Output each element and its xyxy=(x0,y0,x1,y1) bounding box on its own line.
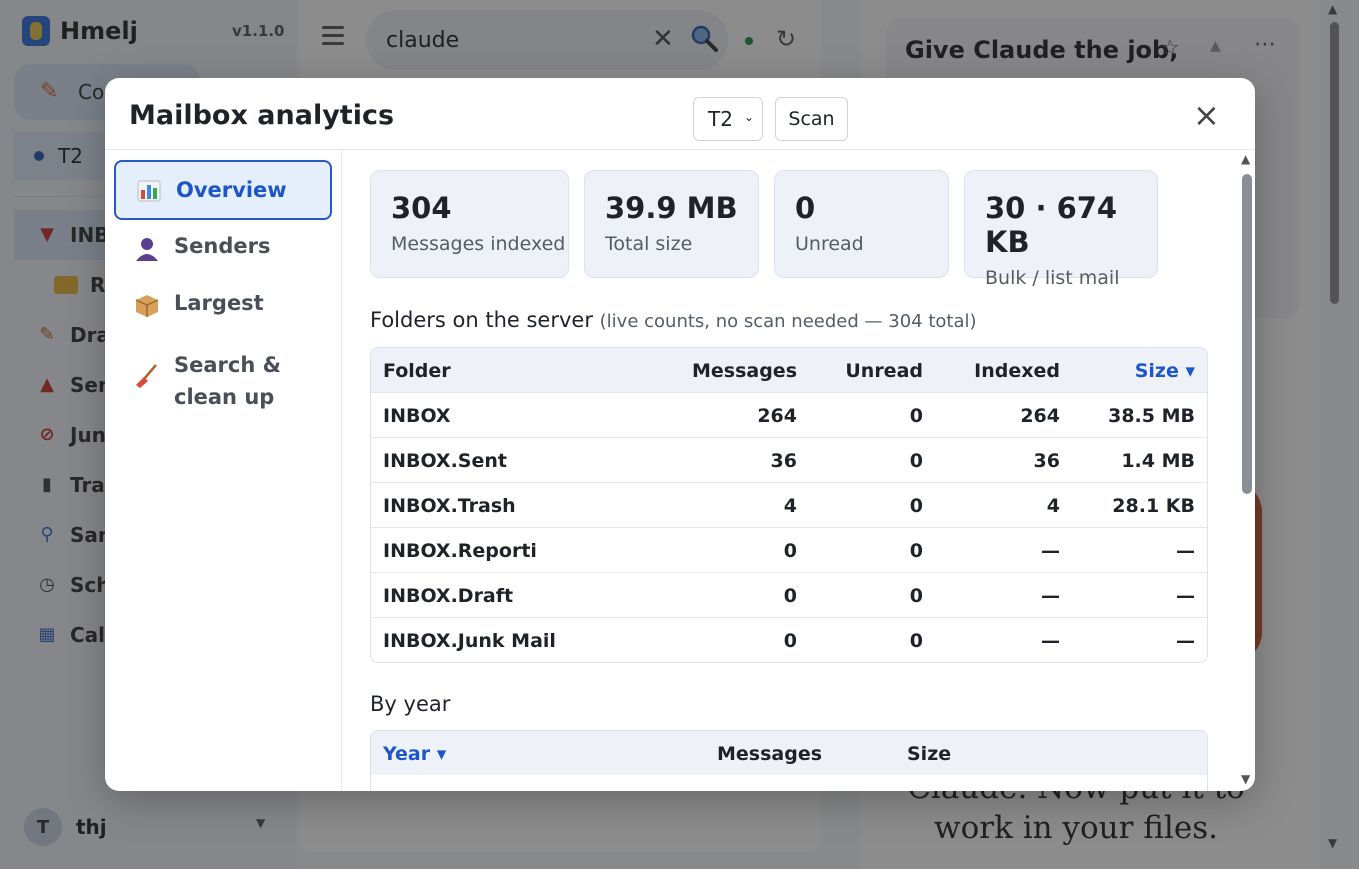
cell-folder: INBOX.Sent xyxy=(383,450,507,472)
col-unread[interactable]: Unread xyxy=(845,360,923,382)
dialog-title: Mailbox analytics xyxy=(129,100,395,131)
scroll-up-icon[interactable]: ▲ xyxy=(1241,152,1250,166)
cell-messages: 36 xyxy=(770,450,797,472)
tab-largest[interactable]: Largest xyxy=(114,291,332,319)
cell-size: — xyxy=(1176,540,1195,562)
cell-messages: 0 xyxy=(783,585,797,607)
tab-label-line-1: Search & xyxy=(174,353,281,377)
table-row[interactable]: INBOX.Junk Mail 0 0 — — xyxy=(371,617,1207,662)
table-row[interactable]: INBOX.Trash 4 0 4 28.1 KB xyxy=(371,482,1207,527)
scan-button[interactable]: Scan xyxy=(775,97,848,141)
cell-size: — xyxy=(1176,630,1195,652)
cell-folder: INBOX.Trash xyxy=(383,495,516,517)
analytics-nav: Overview Senders Largest Search & clean … xyxy=(105,150,342,791)
cell-indexed: — xyxy=(1041,585,1060,607)
cell-folder: INBOX.Draft xyxy=(383,585,514,607)
dialog-scrollbar[interactable]: ▲ ▼ xyxy=(1239,150,1255,791)
col-messages[interactable]: Messages xyxy=(692,360,797,382)
cell-messages: 264 xyxy=(757,405,797,427)
mailbox-analytics-dialog: Mailbox analytics T2 ⌄ Scan × Overview S… xyxy=(105,78,1255,791)
cell-folder: INBOX xyxy=(383,405,451,427)
col-messages[interactable]: Messages xyxy=(717,743,822,765)
scroll-thumb[interactable] xyxy=(1242,174,1252,494)
cell-size: 28.1 KB xyxy=(1112,495,1195,517)
cell-size: 1.4 MB xyxy=(1121,450,1195,472)
table-header: Year ▾ Messages Size xyxy=(371,731,1207,775)
package-icon xyxy=(135,295,159,317)
cell-indexed: — xyxy=(1041,540,1060,562)
table-row[interactable]: INBOX.Reporti 0 0 — — xyxy=(371,527,1207,572)
tab-search-clean-up-label: Search & clean up xyxy=(174,349,281,413)
cell-unread: 0 xyxy=(909,585,923,607)
folders-title: Folders on the server xyxy=(370,308,593,332)
table-row[interactable]: INBOX.Draft 0 0 — — xyxy=(371,572,1207,617)
cell-unread: 0 xyxy=(909,405,923,427)
stat-value: 304 xyxy=(391,191,452,225)
col-folder[interactable]: Folder xyxy=(383,360,451,382)
overview-content: 304 Messages indexed 39.9 MB Total size … xyxy=(343,150,1239,791)
stat-value: 30 · 674 KB xyxy=(985,191,1118,259)
close-icon[interactable]: × xyxy=(1193,99,1220,131)
account-select[interactable]: T2 ⌄ xyxy=(693,97,763,141)
folders-table: Folder Messages Unread Indexed Size ▾ IN… xyxy=(370,347,1208,663)
col-indexed[interactable]: Indexed xyxy=(974,360,1060,382)
table-row[interactable]: INBOX.Sent 36 0 36 1.4 MB xyxy=(371,437,1207,482)
tab-label-line-2: clean up xyxy=(174,385,275,409)
cell-unread: 0 xyxy=(909,495,923,517)
cell-messages: 0 xyxy=(783,540,797,562)
folders-section-title: Folders on the server (live counts, no s… xyxy=(370,308,977,332)
tab-largest-label: Largest xyxy=(174,291,264,315)
person-icon xyxy=(136,238,158,261)
stat-card-size: 39.9 MB Total size xyxy=(584,170,759,278)
col-size-sort[interactable]: Size ▾ xyxy=(1135,360,1195,382)
tab-overview-label: Overview xyxy=(176,178,287,202)
tab-search-clean-up[interactable]: Search & clean up xyxy=(114,349,332,413)
cell-indexed: 36 xyxy=(1033,450,1060,472)
cell-unread: 0 xyxy=(909,630,923,652)
col-size[interactable]: Size xyxy=(907,743,951,765)
cell-messages: 4 xyxy=(783,495,797,517)
col-year-sort[interactable]: Year ▾ xyxy=(383,743,446,765)
cell-size: — xyxy=(1176,585,1195,607)
cell-indexed: 264 xyxy=(1020,405,1060,427)
tab-overview[interactable]: Overview xyxy=(114,160,332,220)
cell-unread: 0 xyxy=(909,540,923,562)
stat-value: 39.9 MB xyxy=(605,191,738,225)
stat-label: Messages indexed xyxy=(391,233,566,255)
cell-unread: 0 xyxy=(909,450,923,472)
cell-folder: INBOX.Reporti xyxy=(383,540,537,562)
folders-note: (live counts, no scan needed — 304 total… xyxy=(599,311,977,332)
dialog-header: Mailbox analytics T2 ⌄ Scan × xyxy=(105,78,1255,150)
stat-label: Total size xyxy=(605,233,693,255)
cell-folder: INBOX.Junk Mail xyxy=(383,630,556,652)
stat-value: 0 xyxy=(795,191,816,225)
table-header: Folder Messages Unread Indexed Size ▾ xyxy=(371,348,1207,392)
broom-icon xyxy=(136,364,157,388)
by-year-title: By year xyxy=(370,692,451,716)
table-row[interactable]: INBOX 264 0 264 38.5 MB xyxy=(371,392,1207,437)
cell-size: 38.5 MB xyxy=(1108,405,1195,427)
account-select-value: T2 xyxy=(708,107,733,131)
stat-card-bulk: 30 · 674 KB Bulk / list mail xyxy=(964,170,1158,289)
stat-card-messages: 304 Messages indexed xyxy=(370,170,569,278)
cell-indexed: — xyxy=(1041,630,1060,652)
cell-messages: 0 xyxy=(783,630,797,652)
stat-label: Bulk / list mail xyxy=(985,267,1120,289)
stat-card-unread: 0 Unread xyxy=(774,170,949,278)
stat-label: Unread xyxy=(795,233,864,255)
bar-chart-icon xyxy=(137,180,161,202)
tab-senders[interactable]: Senders xyxy=(114,234,332,262)
tab-senders-label: Senders xyxy=(174,234,271,258)
by-year-table: Year ▾ Messages Size xyxy=(370,730,1208,791)
chevron-down-icon: ⌄ xyxy=(744,110,755,124)
cell-indexed: 4 xyxy=(1046,495,1060,517)
scroll-down-icon[interactable]: ▼ xyxy=(1241,772,1250,786)
